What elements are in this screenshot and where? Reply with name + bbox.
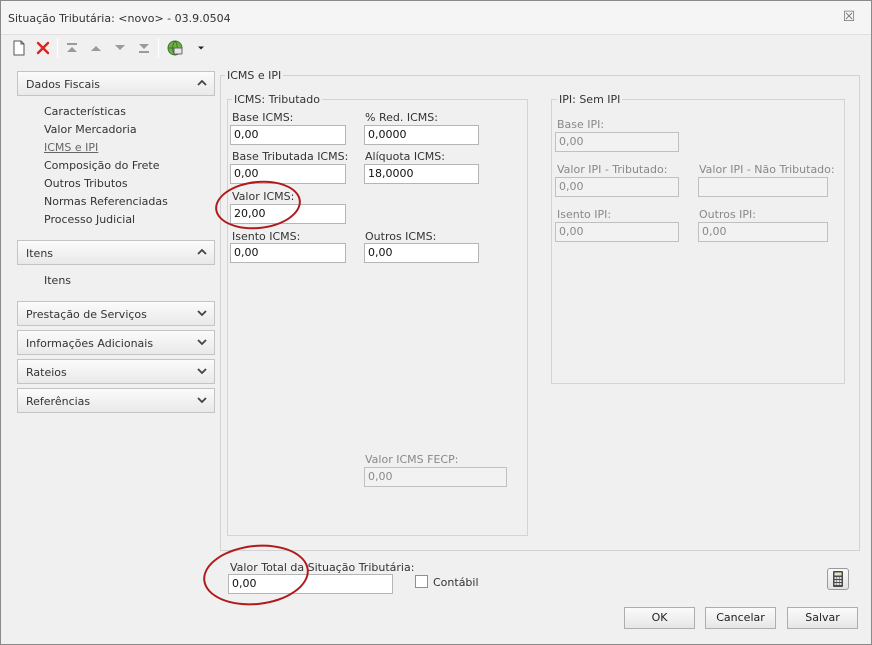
base-ipi-label: Base IPI: (557, 118, 605, 131)
icms-group-title: ICMS: Tributado (232, 93, 323, 106)
sidebar-group-label: Informações Adicionais (26, 337, 154, 350)
contabil-checkbox[interactable] (415, 575, 428, 588)
sidebar-item-caracteristicas[interactable]: Características (44, 105, 126, 118)
cancel-button[interactable]: Cancelar (705, 607, 776, 629)
ok-button[interactable]: OK (624, 607, 695, 629)
new-document-icon[interactable] (10, 39, 28, 57)
sidebar-item-icms-ipi[interactable]: ICMS e IPI (44, 141, 98, 154)
sidebar-group-label: Referências (26, 395, 91, 408)
calculator-button[interactable] (827, 568, 849, 590)
sidebar-group-label: Rateios (26, 366, 67, 379)
move-last-icon[interactable] (135, 39, 153, 57)
chevron-up-icon (197, 79, 207, 86)
sidebar-item-outros-tributos[interactable]: Outros Tributos (44, 177, 128, 190)
save-button[interactable]: Salvar (787, 607, 858, 629)
isento-ipi-input[interactable]: 0,00 (555, 222, 679, 242)
sidebar-item-valor-mercadoria[interactable]: Valor Mercadoria (44, 123, 137, 136)
title-bar: Situação Tributária: <novo> - 03.9.0504 … (1, 1, 871, 35)
move-first-icon[interactable] (63, 39, 81, 57)
sidebar-group-prestacao-servicos[interactable]: Prestação de Serviços (17, 301, 215, 326)
sidebar-group-label: Itens (26, 247, 54, 260)
move-up-icon[interactable] (87, 39, 105, 57)
toolbar-separator (158, 38, 159, 58)
base-tributada-input[interactable]: 0,00 (230, 164, 346, 184)
close-icon[interactable]: ☒ (841, 9, 857, 25)
outros-icms-label: Outros ICMS: (365, 230, 437, 243)
sidebar-group-label: Prestação de Serviços (26, 308, 147, 321)
panel-title: ICMS e IPI (225, 69, 284, 82)
sidebar-group-label: Dados Fiscais (26, 78, 101, 91)
red-icms-label: % Red. ICMS: (365, 111, 438, 124)
isento-icms-input[interactable]: 0,00 (230, 243, 346, 263)
base-icms-input[interactable]: 0,00 (230, 125, 346, 145)
chevron-down-icon (197, 397, 207, 404)
valor-ipi-nao-tributado-label: Valor IPI - Não Tributado: (699, 163, 835, 176)
chevron-down-icon (197, 310, 207, 317)
chevron-up-icon (197, 248, 207, 255)
outros-ipi-label: Outros IPI: (699, 208, 757, 221)
ipi-group-title: IPI: Sem IPI (557, 93, 623, 106)
sidebar-group-rateios[interactable]: Rateios (17, 359, 215, 384)
outros-icms-input[interactable]: 0,00 (364, 243, 479, 263)
window-title: Situação Tributária: <novo> - 03.9.0504 (8, 12, 231, 25)
isento-ipi-label: Isento IPI: (557, 208, 612, 221)
valor-ipi-tributado-input[interactable]: 0,00 (555, 177, 679, 197)
sidebar-group-referencias[interactable]: Referências (17, 388, 215, 413)
aliquota-input[interactable]: 18,0000 (364, 164, 479, 184)
fecp-label: Valor ICMS FECP: (365, 453, 459, 466)
base-icms-label: Base ICMS: (232, 111, 294, 124)
calculator-icon (833, 571, 843, 587)
valor-ipi-nao-tributado-input[interactable] (698, 177, 828, 197)
chevron-down-icon (197, 368, 207, 375)
fecp-input[interactable]: 0,00 (364, 467, 507, 487)
sidebar-group-informacoes-adicionais[interactable]: Informações Adicionais (17, 330, 215, 355)
sidebar-item-processo-judicial[interactable]: Processo Judicial (44, 213, 135, 226)
outros-ipi-input[interactable]: 0,00 (698, 222, 828, 242)
globe-settings-icon[interactable] (166, 39, 184, 57)
dropdown-arrow-icon[interactable] (192, 39, 210, 57)
chevron-down-icon (197, 339, 207, 346)
sidebar-item-itens[interactable]: Itens (44, 274, 71, 287)
base-tributada-label: Base Tributada ICMS: (232, 150, 349, 163)
contabil-label: Contábil (433, 576, 479, 589)
move-down-icon[interactable] (111, 39, 129, 57)
sidebar-group-itens[interactable]: Itens (17, 240, 215, 265)
valor-ipi-tributado-label: Valor IPI - Tributado: (557, 163, 668, 176)
toolbar (1, 35, 871, 61)
sidebar-group-dados-fiscais[interactable]: Dados Fiscais (17, 71, 215, 96)
red-icms-input[interactable]: 0,0000 (364, 125, 479, 145)
dialog-window: Situação Tributária: <novo> - 03.9.0504 … (0, 0, 872, 645)
delete-icon[interactable] (34, 39, 52, 57)
toolbar-separator (57, 38, 58, 58)
sidebar-item-composicao-frete[interactable]: Composição do Frete (44, 159, 160, 172)
aliquota-label: Alíquota ICMS: (365, 150, 445, 163)
base-ipi-input[interactable]: 0,00 (555, 132, 679, 152)
isento-icms-label: Isento ICMS: (232, 230, 301, 243)
sidebar-item-normas-referenciadas[interactable]: Normas Referenciadas (44, 195, 168, 208)
